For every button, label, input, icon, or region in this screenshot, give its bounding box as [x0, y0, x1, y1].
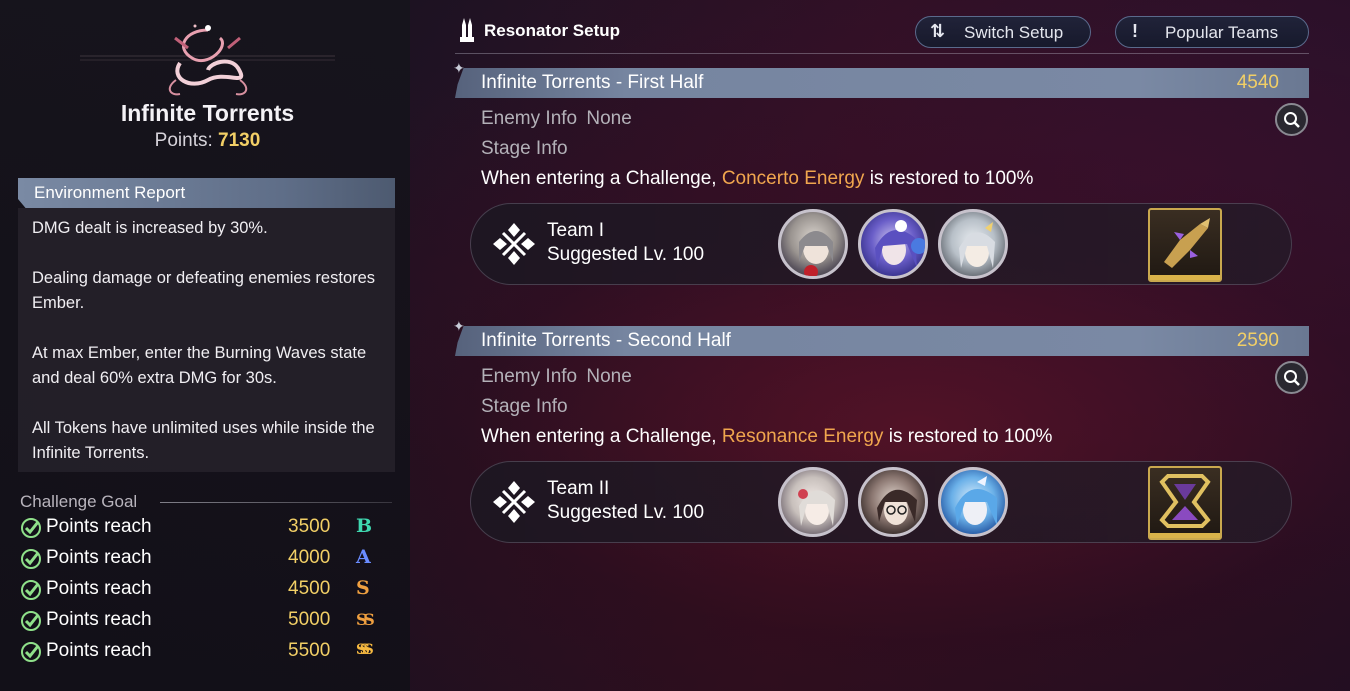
rank-b-icon: B — [356, 515, 373, 537]
echo-hourglass-icon — [1159, 474, 1211, 528]
goal-label: Points reach — [46, 640, 152, 661]
check-icon — [21, 642, 41, 662]
goal-row: Points reach 4000 A — [20, 546, 390, 574]
team-level: Suggested Lv. 100 — [547, 244, 705, 265]
resonator-avatar[interactable] — [858, 467, 928, 537]
magnifier-icon — [1284, 370, 1300, 386]
resonator-avatar[interactable] — [858, 209, 928, 279]
popular-teams-button[interactable]: ! Popular Teams — [1115, 16, 1309, 48]
points-value: 7130 — [218, 130, 261, 151]
goal-divider — [160, 502, 392, 503]
desc-text: is restored to 100% — [869, 168, 1034, 189]
team-card[interactable]: Team I Suggested Lv. 100 — [470, 203, 1292, 285]
team-card[interactable]: Team II Suggested Lv. 100 — [470, 461, 1292, 543]
resonator-avatar[interactable] — [938, 209, 1008, 279]
goal-value: 4500 — [288, 578, 331, 599]
goal-label: Points reach — [46, 547, 152, 568]
challenge-title: Infinite Torrents — [120, 100, 295, 126]
infinite-torrents-emblem-icon — [80, 18, 335, 103]
goal-label: Points reach — [46, 578, 152, 599]
echo-claw-icon — [1164, 218, 1210, 268]
check-icon — [21, 611, 41, 631]
env-paragraph: All Tokens have unlimited uses while ins… — [32, 419, 375, 462]
enemy-info: Enemy Info None — [481, 108, 632, 130]
environment-report-title: Environment Report — [34, 183, 186, 202]
team-name: Team II — [547, 478, 610, 499]
enemy-details-button[interactable] — [1275, 103, 1308, 136]
team-emblem-icon — [493, 223, 535, 265]
rank-s-icon: S — [356, 577, 370, 599]
goal-label: Points reach — [46, 516, 152, 537]
first-half-header: Infinite Torrents - First Half 4540 — [455, 68, 1309, 98]
env-paragraph: Dealing damage or defeating enemies rest… — [32, 269, 376, 312]
enemy-info-label: Enemy Info — [481, 366, 578, 387]
environment-report-header: Environment Report — [18, 178, 395, 208]
goal-value: 4000 — [288, 547, 331, 568]
enemy-info-label: Enemy Info — [481, 108, 578, 129]
enemy-info: Enemy Info None — [481, 366, 632, 388]
stage-description: When entering a Challenge, Resonance Ene… — [481, 426, 1052, 448]
desc-highlight: Resonance Energy — [721, 426, 884, 447]
stage-info-label: Stage Info — [481, 138, 568, 159]
env-paragraph: DMG dealt is increased by 30%. — [32, 219, 268, 237]
goal-row: Points reach 4500 S — [20, 577, 390, 605]
goal-row: Points reach 5000 SS — [20, 608, 390, 636]
half-name: Infinite Torrents - Second Half — [481, 330, 731, 351]
goal-row: Points reach 5500 SSS — [20, 639, 390, 667]
check-icon — [21, 518, 41, 538]
check-icon — [21, 549, 41, 569]
echo-item-slot[interactable] — [1148, 208, 1222, 282]
second-half-header: Infinite Torrents - Second Half 2590 — [455, 326, 1309, 356]
exclamation-icon: ! — [1132, 21, 1138, 41]
resonator-avatar[interactable] — [938, 467, 1008, 537]
desc-text: When entering a Challenge, — [481, 168, 717, 189]
points-label: Points: — [154, 130, 213, 151]
enemy-info-value: None — [586, 366, 632, 387]
total-points: Points: 7130 — [0, 130, 415, 152]
environment-report-body[interactable]: DMG dealt is increased by 30%. Dealing d… — [18, 208, 395, 472]
check-icon — [21, 580, 41, 600]
echo-rarity-bar — [1150, 533, 1220, 538]
goal-value: 5500 — [288, 640, 331, 661]
challenge-goal-title: Challenge Goal — [20, 492, 138, 511]
env-paragraph: At max Ember, enter the Burning Waves st… — [32, 344, 367, 387]
swap-icon: ⇅ — [930, 21, 946, 41]
rank-sss-icon: SSS — [356, 642, 374, 658]
resonator-avatar[interactable] — [778, 209, 848, 279]
tower-icon — [460, 18, 474, 42]
goal-row: Points reach 3500 B — [20, 515, 390, 543]
half-name: Infinite Torrents - First Half — [481, 72, 704, 93]
half-score: 4540 — [1236, 72, 1279, 93]
popular-teams-label: Popular Teams — [1165, 23, 1279, 42]
goal-label: Points reach — [46, 609, 152, 630]
enemy-details-button[interactable] — [1275, 361, 1308, 394]
team-emblem-icon — [493, 481, 535, 523]
rank-a-icon: A — [356, 546, 371, 568]
desc-highlight: Concerto Energy — [721, 168, 865, 189]
resonator-avatar[interactable] — [778, 467, 848, 537]
switch-setup-button[interactable]: ⇅ Switch Setup — [915, 16, 1091, 48]
echo-rarity-bar — [1150, 275, 1220, 280]
top-divider — [455, 53, 1309, 54]
team-name: Team I — [547, 220, 605, 241]
magnifier-icon — [1284, 112, 1300, 128]
desc-text: is restored to 100% — [888, 426, 1053, 447]
stage-info-label: Stage Info — [481, 396, 568, 417]
switch-setup-label: Switch Setup — [964, 23, 1064, 42]
resonator-setup-title: Resonator Setup — [484, 21, 621, 40]
half-score: 2590 — [1236, 330, 1279, 351]
echo-item-slot[interactable] — [1148, 466, 1222, 540]
challenge-side-panel: Infinite Torrents Points: 7130 Environme… — [0, 0, 410, 691]
goal-value: 3500 — [288, 516, 331, 537]
enemy-info-value: None — [586, 108, 632, 129]
team-level: Suggested Lv. 100 — [547, 502, 705, 523]
desc-text: When entering a Challenge, — [481, 426, 717, 447]
goal-value: 5000 — [288, 609, 331, 630]
stage-description: When entering a Challenge, Concerto Ener… — [481, 168, 1033, 190]
rank-ss-icon: SS — [356, 610, 375, 629]
